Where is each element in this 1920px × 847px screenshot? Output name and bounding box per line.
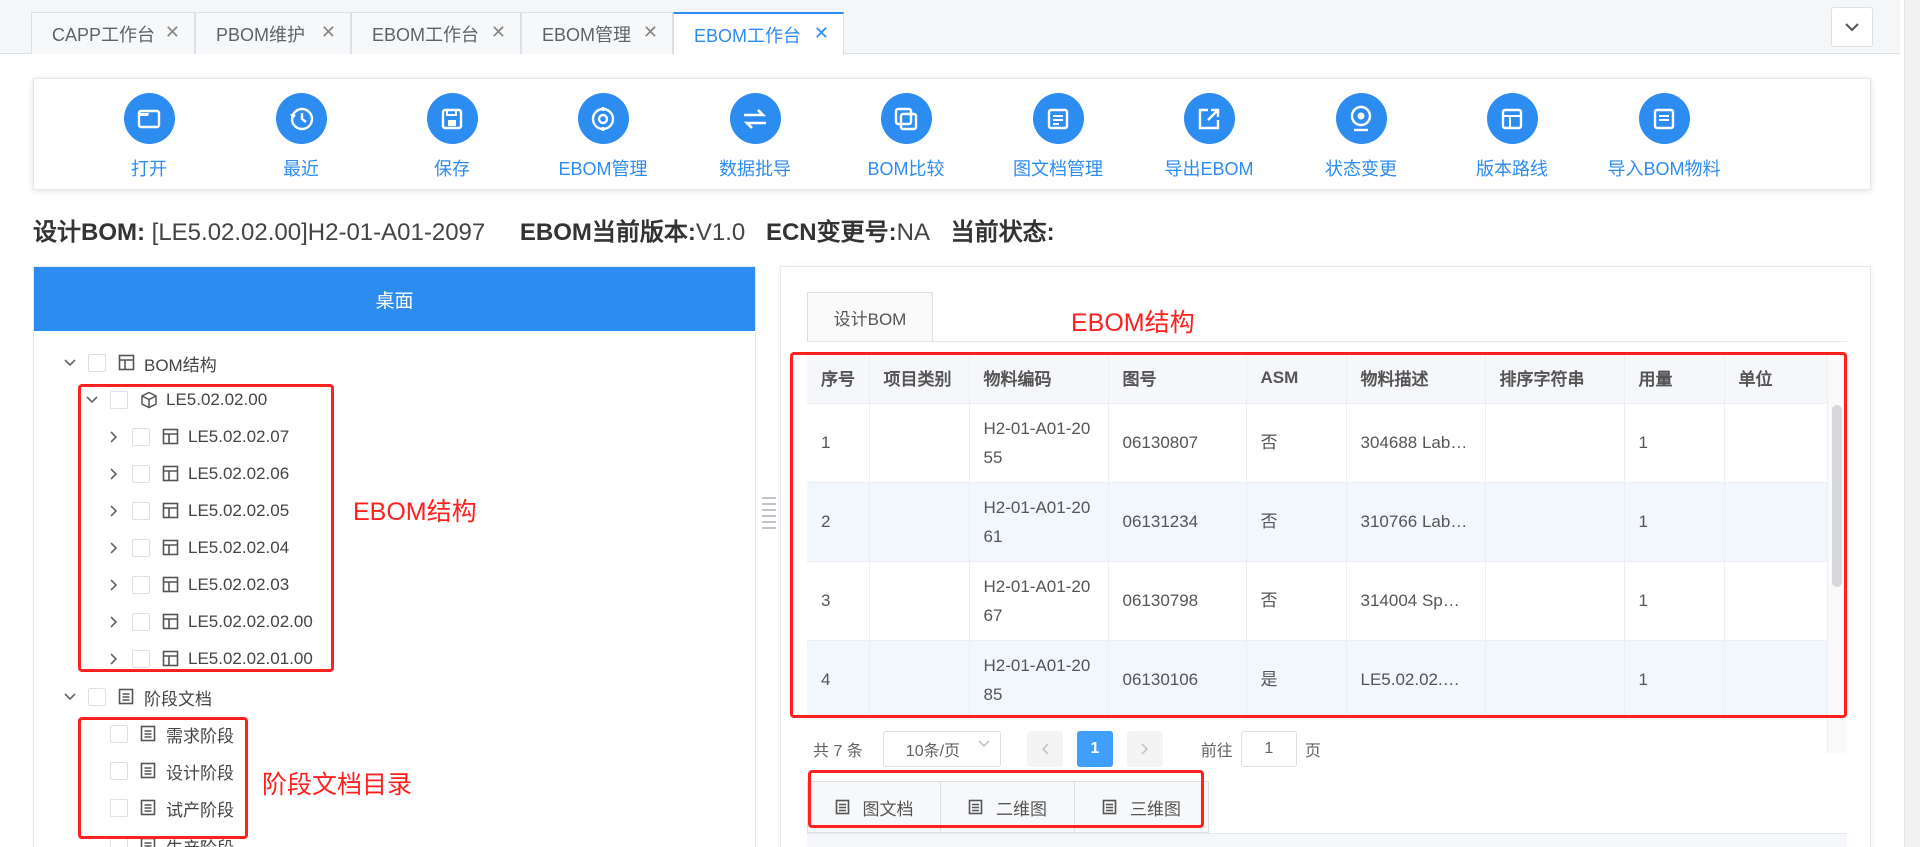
close-icon[interactable]: ✕ (814, 23, 829, 44)
open-button[interactable]: 打开 (74, 93, 224, 181)
pagination: 共 7 条 10条/页 1 前往 1 页 (813, 730, 1321, 768)
toolbar-label: EBOM管理 (558, 159, 648, 179)
toolbar-label: 打开 (131, 159, 167, 179)
data-batch-import-button[interactable]: 数据批导 (680, 93, 830, 181)
import-material-icon (1638, 93, 1690, 144)
annotation-label: EBOM结构 (353, 498, 477, 526)
toolbar-label: 数据批导 (719, 159, 791, 179)
toolbar-label: 版本路线 (1476, 159, 1548, 179)
tree-node-stage-docs[interactable]: 阶段文档 (60, 680, 212, 714)
ebom-version-value: V1.0 (695, 219, 746, 246)
close-icon[interactable]: ✕ (491, 22, 506, 43)
chevron-down-icon[interactable] (60, 693, 80, 701)
status-label: 当前状态: (950, 219, 1055, 246)
status-change-button[interactable]: 状态变更 (1286, 93, 1436, 181)
goto-page-input[interactable]: 1 (1240, 731, 1297, 767)
import-swap-icon (729, 93, 781, 144)
close-icon[interactable]: ✕ (643, 22, 658, 43)
panel-title: 桌面 (34, 267, 755, 331)
import-bom-material-button[interactable]: 导入BOM物料 (1589, 93, 1739, 181)
goto-label: 前往 (1200, 743, 1233, 760)
bom-info-line: 设计BOM: [LE5.02.02.00]H2-01-A01-2097 EBOM… (33, 212, 1069, 247)
export-ebom-button[interactable]: 导出EBOM (1134, 93, 1284, 181)
history-icon (275, 93, 327, 144)
document-manage-button[interactable]: 图文档管理 (983, 93, 1133, 181)
manage-icon (577, 93, 629, 144)
bom-compare-button[interactable]: BOM比较 (831, 93, 981, 181)
panel-splitter-handle[interactable] (762, 497, 776, 537)
status-icon (1335, 93, 1387, 144)
design-bom-label: 设计BOM: (33, 219, 145, 246)
annotation-box-ebom-tree (78, 384, 334, 672)
tab-capp-workbench[interactable]: CAPP工作台 ✕ (31, 12, 195, 54)
chevron-down-icon[interactable] (60, 359, 80, 367)
tab-label: EBOM工作台 (694, 25, 802, 46)
tree-node-bom-structure[interactable]: BOM结构 (60, 346, 217, 380)
page-scrollbar[interactable] (1904, 0, 1920, 847)
toolbar-label: 图文档管理 (1013, 159, 1103, 179)
toolbar-label: 状态变更 (1325, 159, 1397, 179)
tree-label: 阶段文档 (144, 689, 212, 709)
prev-page-button[interactable] (1026, 731, 1063, 767)
tree-checkbox[interactable] (88, 688, 106, 706)
tab-bar: CAPP工作台 ✕ PBOM维护 ✕ EBOM工作台 ✕ EBOM管理 ✕ EB… (0, 0, 1900, 55)
tree-label: BOM结构 (144, 355, 217, 375)
close-icon[interactable]: ✕ (321, 22, 336, 43)
recent-button[interactable]: 最近 (226, 93, 376, 181)
design-bom-value: [LE5.02.02.00]H2-01-A01-2097 (151, 219, 486, 246)
ecn-value: NA (896, 219, 930, 246)
toolbar: 打开 最近 保存 EBOM管理 数据批导 BOM比较 图文档管理 导出EBOM … (33, 78, 1871, 190)
total-count: 共 7 条 (813, 743, 863, 760)
toolbar-label: 最近 (283, 159, 319, 179)
toolbar-label: BOM比较 (867, 159, 945, 179)
version-icon (1486, 93, 1538, 144)
compare-icon (880, 93, 932, 144)
document-icon (1032, 93, 1084, 144)
annotation-label: 阶段文档目录 (262, 771, 413, 799)
ebom-version-label: EBOM当前版本: (519, 219, 696, 246)
tab-ebom-manage[interactable]: EBOM管理 ✕ (521, 12, 673, 54)
toolbar-label: 保存 (434, 159, 470, 179)
annotation-box-stage-docs (78, 717, 248, 839)
ebom-manage-button[interactable]: EBOM管理 (528, 93, 678, 181)
annotation-label: EBOM结构 (1071, 309, 1195, 337)
tab-label: EBOM工作台 (372, 24, 480, 45)
toolbar-label: 导入BOM物料 (1607, 159, 1721, 179)
save-icon (426, 93, 478, 144)
folder-icon (123, 93, 175, 144)
page-size-select[interactable]: 10条/页 (882, 731, 1001, 767)
next-page-button[interactable] (1126, 731, 1163, 767)
table-icon (118, 354, 136, 372)
version-route-button[interactable]: 版本路线 (1437, 93, 1587, 181)
annotation-box-doc-tabs (808, 770, 1204, 828)
tab-label: EBOM管理 (542, 24, 632, 45)
tab-design-bom[interactable]: 设计BOM (807, 292, 933, 342)
tab-ebom-workbench-active[interactable]: EBOM工作台 ✕ (673, 12, 844, 55)
toolbar-label: 导出EBOM (1164, 159, 1254, 179)
page-suffix: 页 (1304, 743, 1321, 760)
tab-label: PBOM维护 (216, 24, 306, 45)
document-icon (118, 688, 136, 706)
annotation-box-ebom-table (790, 352, 1847, 718)
export-icon (1183, 93, 1235, 144)
chevron-down-icon (1845, 22, 1859, 31)
close-icon[interactable]: ✕ (165, 22, 180, 43)
chevron-left-icon (1041, 743, 1049, 755)
tab-pbom-maintain[interactable]: PBOM维护 ✕ (195, 12, 351, 54)
tab-label: CAPP工作台 (52, 24, 156, 45)
tab-ebom-workbench[interactable]: EBOM工作台 ✕ (351, 12, 521, 54)
chevron-right-icon (1141, 743, 1148, 755)
document-table-header (807, 833, 1847, 847)
tab-menu-button[interactable] (1831, 7, 1873, 47)
chevron-down-icon (978, 740, 990, 748)
ecn-label: ECN变更号: (765, 219, 897, 246)
page-number-current[interactable]: 1 (1076, 731, 1113, 767)
tree-checkbox[interactable] (88, 354, 106, 372)
save-button[interactable]: 保存 (377, 93, 527, 181)
